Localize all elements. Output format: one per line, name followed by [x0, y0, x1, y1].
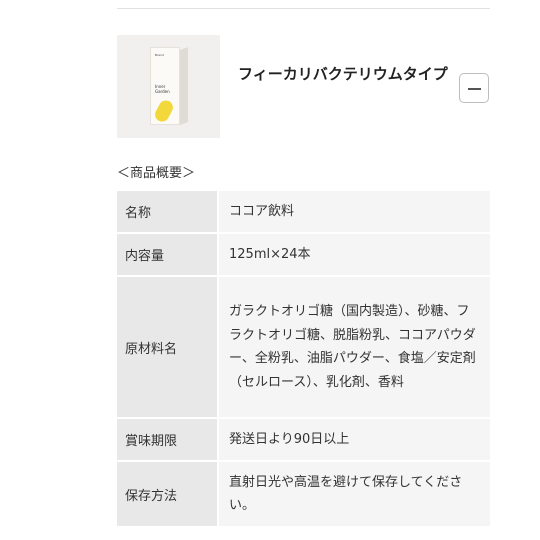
product-header: Brand Inner Garden フィーカリバクテリウムタイプ — [117, 35, 490, 138]
collapse-toggle-button[interactable] — [459, 73, 489, 103]
table-row: 原材料名 ガラクトオリゴ糖（国内製造）、砂糖、フラクトオリゴ糖、脱脂粉乳、ココア… — [117, 277, 490, 419]
table-row: 賞味期限 発送日より90日以上 — [117, 419, 490, 462]
product-package: Brand Inner Garden — [150, 47, 188, 125]
minus-icon — [468, 88, 481, 90]
table-row: 名称 ココア飲料 — [117, 191, 490, 234]
row-label: 原材料名 — [117, 277, 219, 419]
section-heading: ＜商品概要＞ — [117, 166, 196, 181]
product-spec-table: 名称 ココア飲料 内容量 125ml×24本 原材料名 ガラクトオリゴ糖（国内製… — [117, 191, 490, 528]
row-label: 保存方法 — [117, 462, 219, 528]
row-label: 名称 — [117, 191, 219, 234]
package-brand: Brand — [155, 53, 164, 57]
row-value: 直射日光や高温を避けて保存してください。 — [219, 462, 490, 528]
package-side — [180, 47, 188, 125]
row-label: 内容量 — [117, 234, 219, 277]
product-image: Brand Inner Garden — [117, 35, 220, 138]
table-row: 内容量 125ml×24本 — [117, 234, 490, 277]
product-title: フィーカリバクテリウムタイプ — [238, 65, 448, 83]
top-divider — [117, 8, 490, 9]
row-label: 賞味期限 — [117, 419, 219, 462]
table-row: 保存方法 直射日光や高温を避けて保存してください。 — [117, 462, 490, 528]
row-value: 125ml×24本 — [219, 234, 490, 277]
row-value: ココア飲料 — [219, 191, 490, 234]
package-yellow-stripe — [152, 98, 176, 124]
row-value: 発送日より90日以上 — [219, 419, 490, 462]
package-front: Brand Inner Garden — [150, 47, 180, 125]
row-value: ガラクトオリゴ糖（国内製造）、砂糖、フラクトオリゴ糖、脱脂粉乳、ココアパウダー、… — [219, 277, 490, 419]
package-name: Inner Garden — [155, 84, 170, 94]
